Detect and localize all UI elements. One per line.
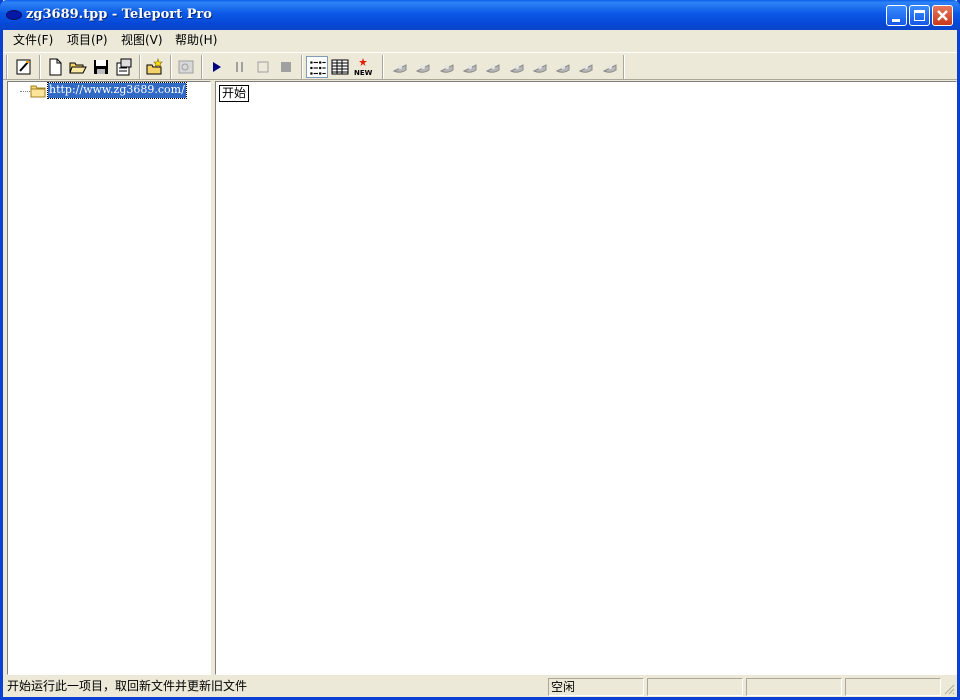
menu-bar: 文件(F) 项目(P) 视图(V) 帮助(H) [3,30,957,50]
menu-help[interactable]: 帮助(H) [173,32,219,48]
save-button[interactable] [90,56,112,78]
project-properties-icon [116,58,132,76]
tree-item-root-url[interactable]: http://www.zg3689.com/ [47,82,187,99]
close-icon [937,10,948,21]
teleport-app-icon[interactable] [6,10,22,20]
bookmark-button-8[interactable] [552,56,574,78]
bookmark-icon-6 [509,64,523,73]
detail-view-button[interactable] [329,56,351,78]
new-folder-icon [146,58,163,75]
folder-icon [30,85,46,98]
maximize-button[interactable] [909,5,930,26]
bookmark-icon-4 [462,64,477,73]
list-view-icon [310,61,326,75]
bookmark-button-10[interactable] [599,56,621,78]
menu-project[interactable]: 项目(P) [65,32,110,48]
list-view-button[interactable] [306,56,328,78]
main-window: zg3689.tpp - Teleport Pro 文件(F) 项目(P) 视图… [0,0,960,700]
stop-all-button[interactable] [275,56,297,78]
bookmark-icon-9 [579,64,593,73]
detail-view-icon [331,59,349,75]
new-folder-button[interactable] [144,56,166,78]
status-state: 空闲 [548,678,644,696]
status-pane-2 [647,678,743,696]
start-button[interactable] [206,56,228,78]
new-file-button[interactable] [44,56,66,78]
pause-button[interactable] [229,56,251,78]
bookmark-button-9[interactable] [575,56,597,78]
project-tree-pane[interactable]: http://www.zg3689.com/ [7,81,211,675]
project-properties-button[interactable] [113,56,135,78]
open-folder-icon [69,62,87,74]
maximize-icon [914,10,925,21]
browse-icon [178,60,194,74]
svg-text:NEW: NEW [354,69,373,77]
status-message: 开始运行此一项目，取回新文件并更新旧文件 [7,679,248,693]
open-button[interactable] [67,56,89,78]
bookmark-icon-5 [486,64,500,73]
edit-project-button[interactable] [13,56,35,78]
close-button[interactable] [932,5,953,26]
window-title: zg3689.tpp - Teleport Pro [26,7,212,22]
start-icon [213,62,221,72]
status-pane-3 [746,678,842,696]
menu-view[interactable]: 视图(V) [119,32,165,48]
bookmark-button-5[interactable] [482,56,504,78]
new-files-button[interactable]: NEW [352,56,374,78]
bookmark-icon-3 [439,64,454,73]
bookmark-button-6[interactable] [506,56,528,78]
stop-all-icon [281,62,291,72]
stop-icon [257,61,269,73]
menu-file[interactable]: 文件(F) [11,32,55,48]
bookmark-button-4[interactable] [459,56,481,78]
resize-grip-icon[interactable] [943,683,955,695]
browse-button[interactable] [175,56,197,78]
bookmark-icon-7 [532,64,547,73]
toolbar-grip [6,55,8,79]
new-file-icon [49,58,62,76]
new-files-icon: NEW [354,58,373,77]
minimize-button[interactable] [886,5,907,26]
bookmark-button-3[interactable] [436,56,458,78]
bookmark-icon-1 [392,64,407,73]
minimize-icon [892,19,900,22]
start-node[interactable]: 开始 [219,85,250,102]
bookmark-icon-8 [555,64,570,73]
toolbar: NEW [3,52,957,80]
bookmark-icon-10 [602,64,617,73]
status-bar: 开始运行此一项目，取回新文件并更新旧文件 空闲 [3,676,957,697]
bookmark-icon-2 [416,64,430,73]
save-icon [94,60,108,74]
bookmark-button-7[interactable] [529,56,551,78]
edit-project-icon [16,59,31,75]
pause-icon [236,62,243,72]
stop-button[interactable] [252,56,274,78]
status-pane-4 [845,678,941,696]
bookmark-button-2[interactable] [412,56,434,78]
project-content-pane[interactable]: 开始 [215,81,957,675]
title-bar[interactable]: zg3689.tpp - Teleport Pro [0,0,960,30]
bookmark-button-1[interactable] [389,56,411,78]
